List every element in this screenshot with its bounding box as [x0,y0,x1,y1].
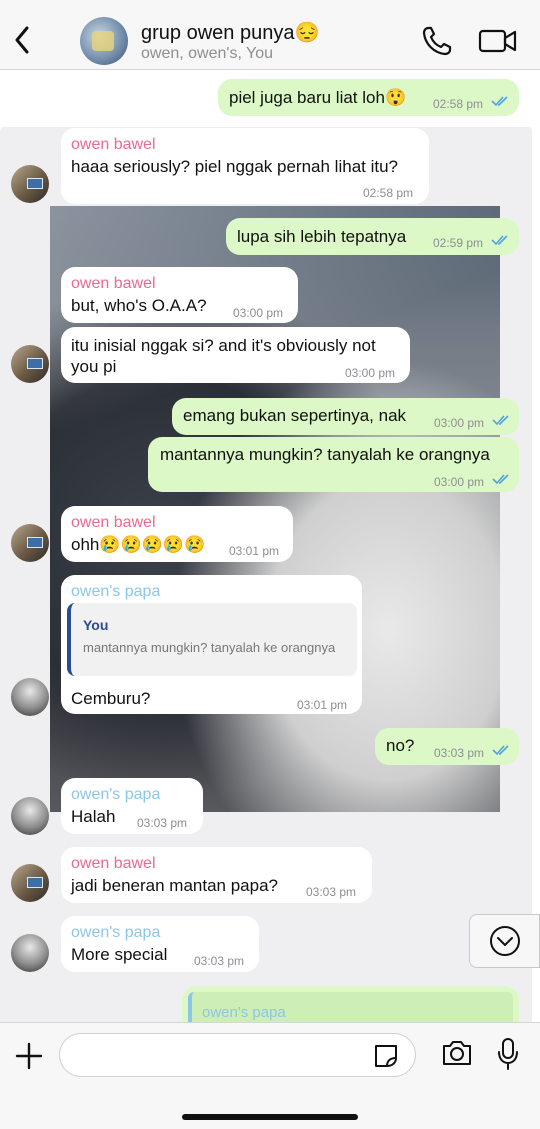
double-check-icon [491,96,508,107]
avatar-owen-bawel[interactable] [11,524,49,562]
sender-name[interactable]: owen bawel [71,273,156,294]
message-time: 02:59 pm [433,236,484,250]
quoted-message[interactable]: You mantannya mungkin? tanyalah ke orang… [67,603,357,676]
quoted-text: mantannya mungkin? tanyalah ke orangnya [83,640,336,655]
message-bubble-incoming[interactable]: itu inisial nggak si? and it's obviously… [61,327,410,383]
message-time: 03:00 pm [233,306,284,320]
sticker-icon [375,1045,397,1067]
message-text: emang bukan sepertinya, nak [183,406,407,425]
message-text: haaa seriously? piel nggak pernah lihat … [71,157,399,176]
message-time: 02:58 pm [363,186,414,200]
video-call-button[interactable] [478,26,518,56]
message-time: 03:03 pm [194,954,245,968]
camera-button[interactable] [441,1038,473,1068]
camera-icon [443,1041,471,1065]
message-time: 03:03 pm [434,746,485,760]
message-bubble-incoming[interactable]: owen's papa Halah 03:03 pm [61,778,203,834]
message-bubble-outgoing[interactable]: owen's papa [182,986,519,1022]
message-bubble-incoming[interactable]: owen's papa You mantannya mungkin? tanya… [61,575,362,714]
message-time: 03:01 pm [297,698,348,712]
home-indicator [182,1114,358,1120]
message-list[interactable]: piel juga baru liat loh😲 02:58 pm owen b… [0,71,540,1022]
avatar-owens-papa[interactable] [11,797,49,835]
message-time: 03:00 pm [434,475,485,489]
scroll-to-bottom-button[interactable] [469,914,540,968]
plus-icon [15,1042,43,1070]
message-time: 03:00 pm [434,416,485,430]
message-bubble-outgoing[interactable]: no? 03:03 pm [375,728,519,765]
composer-bar [0,1022,540,1129]
avatar-owen-bawel[interactable] [11,864,49,902]
chat-participants[interactable]: owen, owen's, You [141,45,273,63]
phone-icon [422,26,452,56]
microphone-icon [498,1038,518,1070]
double-check-icon [492,415,509,426]
double-check-icon [492,745,509,756]
sender-name[interactable]: owen's papa [71,784,160,805]
message-text: no? [386,736,415,755]
message-text: lupa sih lebih tepatnya [237,227,407,246]
chevron-down-icon [489,926,520,956]
message-bubble-incoming[interactable]: owen bawel but, who's O.A.A? 03:00 pm [61,267,298,323]
video-camera-icon [478,29,517,53]
message-bubble-outgoing[interactable]: mantannya mungkin? tanyalah ke orangnya … [148,437,519,492]
message-text: More special [71,945,168,964]
message-text: but, who's O.A.A? [71,296,207,315]
avatar-owens-papa[interactable] [11,934,49,972]
message-bubble-outgoing[interactable]: lupa sih lebih tepatnya 02:59 pm [226,218,519,255]
quoted-message[interactable]: owen's papa [188,992,513,1022]
sender-name[interactable]: owen bawel [71,134,156,155]
back-chevron-icon [15,26,29,54]
sticker-button[interactable] [372,1043,400,1069]
avatar-owen-bawel[interactable] [11,165,49,203]
chat-title[interactable]: grup owen punya😔 [141,20,319,45]
chat-header: grup owen punya😔 owen, owen's, You [0,0,540,70]
message-text: Halah [71,807,116,826]
message-time: 03:03 pm [137,816,188,830]
message-time: 03:03 pm [306,885,357,899]
sender-name[interactable]: owen bawel [71,512,156,533]
message-bubble-incoming[interactable]: owen bawel ohh😢😢😢😢😢 03:01 pm [61,506,293,562]
message-time: 03:01 pm [229,544,280,558]
message-text: piel juga baru liat loh😲 [229,88,407,107]
sender-name[interactable]: owen bawel [71,853,156,874]
group-avatar[interactable] [80,17,128,65]
message-bubble-incoming[interactable]: owen bawel jadi beneran mantan papa? 03:… [61,847,372,903]
message-bubble-incoming[interactable]: owen bawel haaa seriously? piel nggak pe… [61,128,429,204]
message-input[interactable] [59,1033,416,1077]
message-bubble-incoming[interactable]: owen's papa More special 03:03 pm [61,916,259,972]
message-bubble-outgoing[interactable]: piel juga baru liat loh😲 02:58 pm [218,79,519,116]
message-text: Cemburu? [71,689,151,708]
quoted-sender: You [83,617,109,633]
double-check-icon [491,235,508,246]
microphone-button[interactable] [496,1037,520,1071]
message-time: 02:58 pm [433,97,484,111]
double-check-icon [492,474,509,485]
voice-call-button[interactable] [420,24,454,58]
back-button[interactable] [8,22,36,58]
message-text: itu inisial nggak si? and it's obviously… [71,336,376,355]
attach-button[interactable] [14,1041,44,1071]
avatar-owen-bawel[interactable] [11,345,49,383]
message-text: mantannya mungkin? tanyalah ke orangnya [160,445,490,464]
message-text: jadi beneran mantan papa? [71,876,278,895]
sender-name[interactable]: owen's papa [71,581,160,602]
quoted-sender: owen's papa [202,1004,286,1021]
message-time: 03:00 pm [345,366,396,380]
message-bubble-outgoing[interactable]: emang bukan sepertinya, nak 03:00 pm [172,398,519,435]
message-text: ohh😢😢😢😢😢 [71,535,206,554]
message-text: you pi [71,357,117,376]
avatar-owens-papa[interactable] [11,678,49,716]
sender-name[interactable]: owen's papa [71,922,160,943]
